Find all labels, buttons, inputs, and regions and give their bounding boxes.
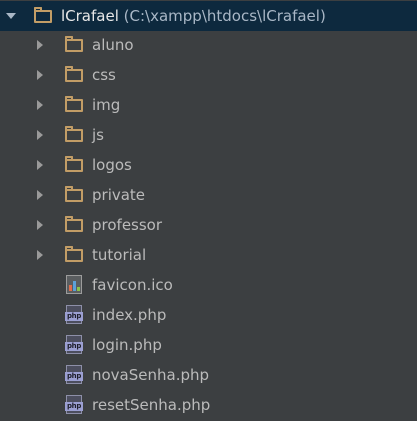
file-label: favicon.ico [92,276,173,294]
folder-icon [65,156,83,172]
file-label: resetSenha.php [92,396,211,414]
folder-row-js[interactable]: js [0,121,417,149]
folder-row-css[interactable]: css [0,61,417,89]
folder-row-professor[interactable]: professor [0,211,417,239]
php-file-icon: php [65,365,83,384]
folder-label: logos [92,156,132,174]
folder-row-aluno[interactable]: aluno [0,31,417,59]
php-file-icon: php [65,395,83,414]
file-row-favicon[interactable]: favicon.ico [0,271,417,299]
icon-bar [69,285,72,291]
file-label: login.php [92,336,162,354]
folder-icon [65,66,83,82]
php-badge: php [65,312,83,321]
file-row-novasenha[interactable]: php novaSenha.php [0,361,417,389]
file-row-index[interactable]: php index.php [0,301,417,329]
ico-file-icon [66,275,82,294]
file-label: novaSenha.php [92,366,210,384]
folder-row-private[interactable]: private [0,181,417,209]
expand-arrow-icon[interactable] [37,40,43,50]
expand-arrow-icon[interactable] [37,130,43,140]
project-tree: lCrafael (C:\xampp\htdocs\lCrafael) alun… [0,0,417,421]
folder-icon [65,96,83,112]
php-file-icon: php [65,305,83,324]
project-path: (C:\xampp\htdocs\lCrafael) [123,7,326,25]
folder-label: private [92,186,146,204]
folder-row-img[interactable]: img [0,91,417,119]
tree-root-row[interactable]: lCrafael (C:\xampp\htdocs\lCrafael) [0,1,417,31]
project-label: lCrafael (C:\xampp\htdocs\lCrafael) [61,7,326,25]
expand-arrow-icon[interactable] [37,70,43,80]
file-label: index.php [92,306,167,324]
folder-icon [65,216,83,232]
php-badge: php [65,342,83,351]
file-row-resetsenha[interactable]: php resetSenha.php [0,391,417,419]
folder-icon [65,36,83,52]
php-badge: php [65,372,83,381]
folder-icon [65,186,83,202]
project-name: lCrafael [61,7,119,25]
php-badge: php [65,402,83,411]
folder-icon [65,126,83,142]
file-row-login[interactable]: php login.php [0,331,417,359]
expand-arrow-icon[interactable] [37,220,43,230]
expand-arrow-icon[interactable] [37,100,43,110]
expand-arrow-icon[interactable] [37,250,43,260]
folder-row-tutorial[interactable]: tutorial [0,241,417,269]
folder-label: aluno [92,36,134,54]
folder-row-logos[interactable]: logos [0,151,417,179]
folder-label: professor [92,216,163,234]
folder-label: tutorial [92,246,147,264]
folder-label: js [92,126,104,144]
folder-label: img [92,96,121,114]
expand-arrow-icon[interactable] [37,160,43,170]
folder-icon [65,246,83,262]
collapse-arrow-icon[interactable] [6,13,16,19]
expand-arrow-icon[interactable] [37,190,43,200]
icon-bar [77,287,80,291]
folder-icon [34,7,52,23]
icon-bar [73,281,76,291]
php-file-icon: php [65,335,83,354]
folder-label: css [92,66,116,84]
